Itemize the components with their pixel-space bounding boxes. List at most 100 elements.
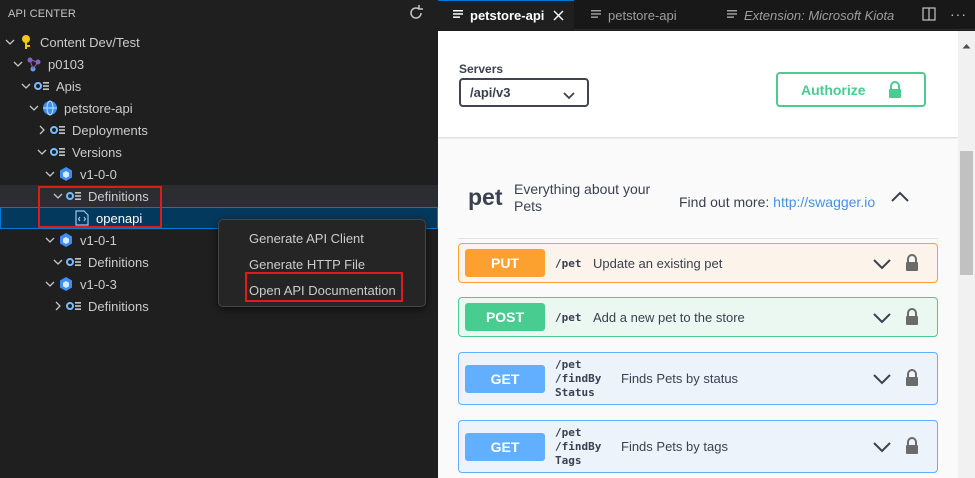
chevron-down-icon <box>563 88 575 103</box>
editor-tab-bar: petstore-api petstore-api Extension: Mic… <box>438 0 975 30</box>
tab-label: petstore-api <box>470 8 545 23</box>
tree-item-version-1-0-0[interactable]: v1-0-0 <box>0 163 438 185</box>
api-center-panel: API CENTER Content Dev/Test p0103 Apis p… <box>0 0 438 478</box>
tree-item-petstore-api[interactable]: petstore-api <box>0 97 438 119</box>
key-icon <box>18 34 34 50</box>
tree-item-label: Apis <box>56 78 82 94</box>
chevron-down-icon[interactable] <box>873 258 891 272</box>
lock-icon[interactable] <box>905 437 919 455</box>
cube-icon <box>58 232 74 248</box>
operation-get-find-by-status[interactable]: GET /pet /findBy Status Finds Pets by st… <box>458 352 938 405</box>
tab-petstore-api[interactable]: petstore-api <box>576 0 710 30</box>
more-actions-icon[interactable]: ··· <box>950 6 967 22</box>
chevron-down-icon <box>26 100 42 116</box>
tree-item-label: openapi <box>96 210 143 226</box>
preview-icon <box>590 8 602 23</box>
list-settings-icon <box>66 188 82 204</box>
tree-item-tenant[interactable]: Content Dev/Test <box>0 31 438 53</box>
find-more-label: Find out more: <box>679 194 770 210</box>
tab-petstore-api-active[interactable]: petstore-api <box>438 0 574 30</box>
close-icon[interactable] <box>553 10 564 21</box>
chevron-down-icon <box>34 144 50 160</box>
operation-summary: Finds Pets by tags <box>621 439 728 454</box>
context-menu: Generate API Client Generate HTTP File O… <box>218 219 426 307</box>
tab-extension-kiota[interactable]: Extension: Microsoft Kiota <box>712 0 910 30</box>
tree-item-label: p0103 <box>48 56 85 72</box>
operation-get-find-by-tags[interactable]: GET /pet /findBy Tags Finds Pets by tags <box>458 420 938 473</box>
operation-post-pet[interactable]: POST /pet Add a new pet to the store <box>458 297 938 337</box>
tag-description: Everything about your Pets <box>514 181 651 214</box>
tree-item-deployments[interactable]: Deployments <box>0 119 438 141</box>
tag-section-pet[interactable]: pet Everything about your Pets Find out … <box>458 171 938 239</box>
menu-item-generate-api-client[interactable]: Generate API Client <box>219 227 425 249</box>
tree-item-label: Definitions <box>88 254 149 270</box>
menu-item-generate-http-file[interactable]: Generate HTTP File <box>219 253 425 275</box>
operation-summary: Finds Pets by status <box>621 371 739 386</box>
preview-icon <box>726 8 738 23</box>
scrollbar[interactable] <box>958 31 975 478</box>
servers-bar: Servers /api/v3 Authorize <box>438 31 958 137</box>
swagger-ui: Servers /api/v3 Authorize pet Everything… <box>438 31 958 478</box>
list-settings-icon <box>66 254 82 270</box>
refresh-icon[interactable] <box>406 3 426 23</box>
tree-item-label: v1-0-1 <box>80 232 117 248</box>
tree-item-label: Content Dev/Test <box>40 34 140 50</box>
chevron-down-icon <box>42 232 58 248</box>
operation-path: /pet /findBy Status <box>555 358 602 399</box>
chevron-down-icon[interactable] <box>873 373 891 387</box>
cube-icon <box>58 166 74 182</box>
chevron-down-icon <box>2 34 18 50</box>
chevron-right-icon <box>50 298 66 314</box>
chevron-up-icon[interactable] <box>890 191 910 207</box>
lock-icon[interactable] <box>905 308 919 326</box>
lock-icon[interactable] <box>905 254 919 272</box>
operation-path: /pet <box>555 311 582 324</box>
tab-label: petstore-api <box>608 7 677 23</box>
operation-path: /pet <box>555 257 582 270</box>
operation-put-pet[interactable]: PUT /pet Update an existing pet <box>458 243 938 283</box>
scroll-thumb[interactable] <box>960 151 973 275</box>
method-badge: POST <box>465 303 545 331</box>
tree-item-versions[interactable]: Versions <box>0 141 438 163</box>
tree-item-apis[interactable]: Apis <box>0 75 438 97</box>
cube-icon <box>58 276 74 292</box>
chevron-down-icon[interactable] <box>873 312 891 326</box>
find-more-text: Find out more: http://swagger.io <box>679 194 875 210</box>
chevron-down-icon <box>42 276 58 292</box>
server-select[interactable]: /api/v3 <box>459 78 589 107</box>
authorize-button[interactable]: Authorize <box>776 72 926 107</box>
lock-icon <box>888 81 902 102</box>
tag-name: pet <box>468 184 503 210</box>
list-settings-icon <box>66 298 82 314</box>
tree-item-label: Deployments <box>72 122 148 138</box>
tree-item-label: petstore-api <box>64 100 133 116</box>
panel-title: API CENTER <box>8 8 77 20</box>
tree-item-label: v1-0-0 <box>80 166 117 182</box>
authorize-label: Authorize <box>801 81 866 98</box>
list-settings-icon <box>50 144 66 160</box>
tree-item-definitions-1-0-0[interactable]: Definitions <box>0 185 438 207</box>
tree-item-label: Definitions <box>88 188 149 204</box>
tree-item-service[interactable]: p0103 <box>0 53 438 75</box>
operation-summary: Update an existing pet <box>593 256 723 271</box>
preview-icon <box>452 8 464 23</box>
file-code-icon <box>74 210 90 226</box>
api-service-icon <box>26 56 42 72</box>
lock-icon[interactable] <box>905 369 919 387</box>
tree-item-label: Definitions <box>88 298 149 314</box>
swagger-link[interactable]: http://swagger.io <box>773 194 875 210</box>
chevron-down-icon <box>42 166 58 182</box>
servers-label: Servers <box>459 62 504 76</box>
chevron-down-icon <box>10 56 26 72</box>
method-badge: PUT <box>465 249 545 277</box>
split-editor-icon[interactable] <box>922 7 936 24</box>
scroll-up-arrow-icon[interactable] <box>962 37 971 52</box>
tab-label: Extension: Microsoft Kiota <box>744 7 895 23</box>
chevron-down-icon <box>50 254 66 270</box>
chevron-down-icon <box>18 78 34 94</box>
method-badge: GET <box>465 433 545 461</box>
menu-item-open-api-documentation[interactable]: Open API Documentation <box>219 279 425 301</box>
chevron-right-icon <box>34 122 50 138</box>
chevron-down-icon[interactable] <box>873 441 891 455</box>
method-badge: GET <box>465 365 545 393</box>
